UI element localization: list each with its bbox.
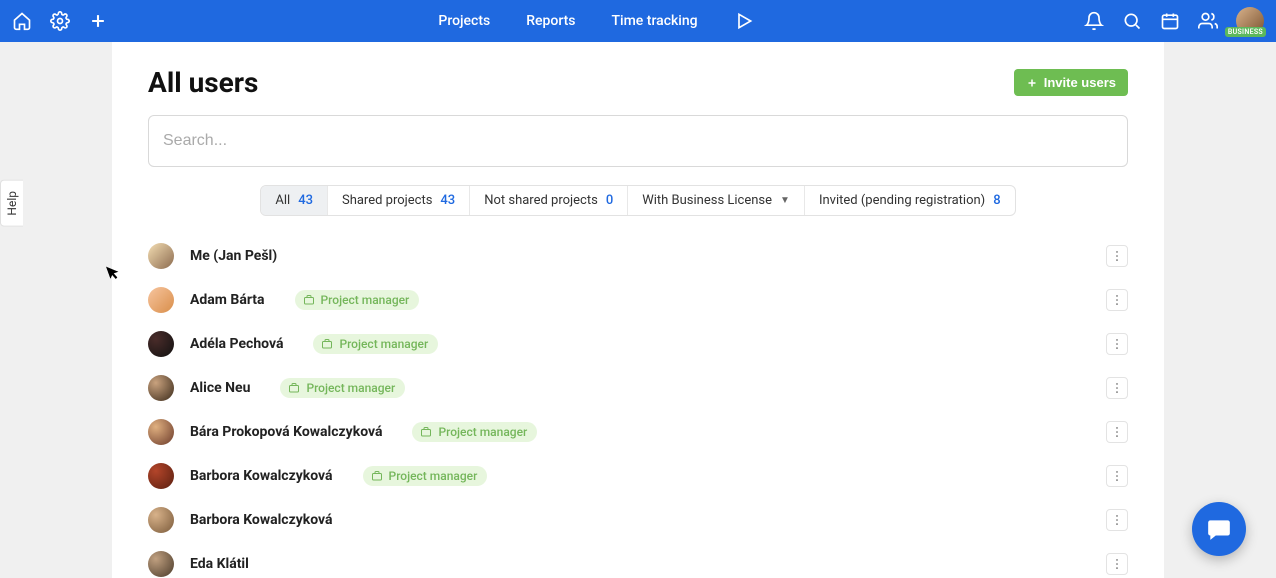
briefcase-icon xyxy=(303,294,315,306)
user-name: Adam Bárta xyxy=(190,292,265,308)
filter-invited-label: Invited (pending registration) xyxy=(819,193,985,208)
page-title: All users xyxy=(148,66,258,99)
role-badge: Project manager xyxy=(313,334,438,354)
invite-users-label: Invite users xyxy=(1044,75,1116,90)
more-vertical-icon xyxy=(1110,425,1124,439)
plus-icon[interactable] xyxy=(88,11,108,31)
help-tab[interactable]: Help xyxy=(0,180,23,227)
avatar xyxy=(148,507,174,533)
gear-icon[interactable] xyxy=(50,11,70,31)
filter-with-license[interactable]: With Business License ▼ xyxy=(628,186,805,215)
play-icon[interactable] xyxy=(734,11,754,31)
row-menu-button[interactable] xyxy=(1106,465,1128,487)
home-icon[interactable] xyxy=(12,11,32,31)
role-label: Project manager xyxy=(306,381,395,395)
business-badge: BUSINESS xyxy=(1225,27,1266,37)
filter-not-shared-count: 0 xyxy=(606,193,613,208)
nav-reports[interactable]: Reports xyxy=(526,13,575,29)
row-menu-button[interactable] xyxy=(1106,289,1128,311)
more-vertical-icon xyxy=(1110,513,1124,527)
invite-users-button[interactable]: Invite users xyxy=(1014,69,1128,96)
filter-invited-count: 8 xyxy=(993,193,1000,208)
user-name: Bára Prokopová Kowalczyková xyxy=(190,424,382,440)
user-name: Alice Neu xyxy=(190,380,250,396)
nav-time-tracking[interactable]: Time tracking xyxy=(612,13,698,29)
row-menu-button[interactable] xyxy=(1106,421,1128,443)
row-menu-button[interactable] xyxy=(1106,377,1128,399)
avatar-menu[interactable]: BUSINESS xyxy=(1236,7,1264,35)
row-menu-button[interactable] xyxy=(1106,245,1128,267)
user-list: Me (Jan Pešl)Adam BártaProject managerAd… xyxy=(148,234,1128,578)
user-row[interactable]: Alice Neu Project manager xyxy=(148,366,1128,410)
row-menu-button[interactable] xyxy=(1106,509,1128,531)
filter-shared-label: Shared projects xyxy=(342,193,432,208)
more-vertical-icon xyxy=(1110,249,1124,263)
bell-icon[interactable] xyxy=(1084,11,1104,31)
row-menu-button[interactable] xyxy=(1106,333,1128,355)
page-content: All users Invite users All 43 Shared pro… xyxy=(112,42,1164,578)
user-row[interactable]: Me (Jan Pešl) xyxy=(148,234,1128,278)
role-label: Project manager xyxy=(438,425,527,439)
filter-with-license-label: With Business License xyxy=(642,193,772,208)
search-icon[interactable] xyxy=(1122,11,1142,31)
briefcase-icon xyxy=(321,338,333,350)
user-row[interactable]: Barbora Kowalczyková Project manager xyxy=(148,454,1128,498)
calendar-icon[interactable] xyxy=(1160,11,1180,31)
search-input[interactable] xyxy=(163,132,1113,150)
role-label: Project manager xyxy=(321,293,410,307)
user-row[interactable]: Bára Prokopová Kowalczyková Project manag… xyxy=(148,410,1128,454)
users-icon[interactable] xyxy=(1198,11,1218,31)
top-navbar: Projects Reports Time tracking BUSINESS xyxy=(0,0,1276,42)
avatar xyxy=(148,243,174,269)
avatar xyxy=(148,331,174,357)
briefcase-icon xyxy=(420,426,432,438)
user-name: Eda Klátil xyxy=(190,556,249,572)
user-name: Barbora Kowalczyková xyxy=(190,468,333,484)
more-vertical-icon xyxy=(1110,293,1124,307)
user-name: Barbora Kowalczyková xyxy=(190,512,333,528)
role-badge: Project manager xyxy=(295,290,420,310)
role-badge: Project manager xyxy=(363,466,488,486)
chevron-down-icon: ▼ xyxy=(780,195,790,206)
filter-shared-count: 43 xyxy=(440,193,455,208)
filter-not-shared[interactable]: Not shared projects 0 xyxy=(470,186,628,215)
more-vertical-icon xyxy=(1110,381,1124,395)
row-menu-button[interactable] xyxy=(1106,553,1128,575)
avatar xyxy=(148,419,174,445)
nav-projects[interactable]: Projects xyxy=(438,13,490,29)
avatar xyxy=(148,551,174,577)
user-row[interactable]: Eda Klátil xyxy=(148,542,1128,578)
search-box[interactable] xyxy=(148,115,1128,167)
role-badge: Project manager xyxy=(280,378,405,398)
user-name: Adéla Pechová xyxy=(190,336,283,352)
more-vertical-icon xyxy=(1110,337,1124,351)
avatar xyxy=(148,463,174,489)
chat-fab[interactable] xyxy=(1192,502,1246,556)
filter-all-label: All xyxy=(275,193,290,208)
more-vertical-icon xyxy=(1110,469,1124,483)
filter-invited[interactable]: Invited (pending registration) 8 xyxy=(805,186,1015,215)
role-label: Project manager xyxy=(339,337,428,351)
role-badge: Project manager xyxy=(412,422,537,442)
user-row[interactable]: Adéla Pechová Project manager xyxy=(148,322,1128,366)
filter-segment: All 43 Shared projects 43 Not shared pro… xyxy=(260,185,1015,216)
filter-all-count: 43 xyxy=(298,193,313,208)
briefcase-icon xyxy=(371,470,383,482)
briefcase-icon xyxy=(288,382,300,394)
user-name: Me (Jan Pešl) xyxy=(190,248,277,264)
avatar xyxy=(148,375,174,401)
user-row[interactable]: Adam Bárta Project manager xyxy=(148,278,1128,322)
user-row[interactable]: Barbora Kowalczyková xyxy=(148,498,1128,542)
more-vertical-icon xyxy=(1110,557,1124,571)
filter-shared[interactable]: Shared projects 43 xyxy=(328,186,470,215)
filter-all[interactable]: All 43 xyxy=(261,186,328,215)
avatar xyxy=(148,287,174,313)
role-label: Project manager xyxy=(389,469,478,483)
filter-not-shared-label: Not shared projects xyxy=(484,193,598,208)
